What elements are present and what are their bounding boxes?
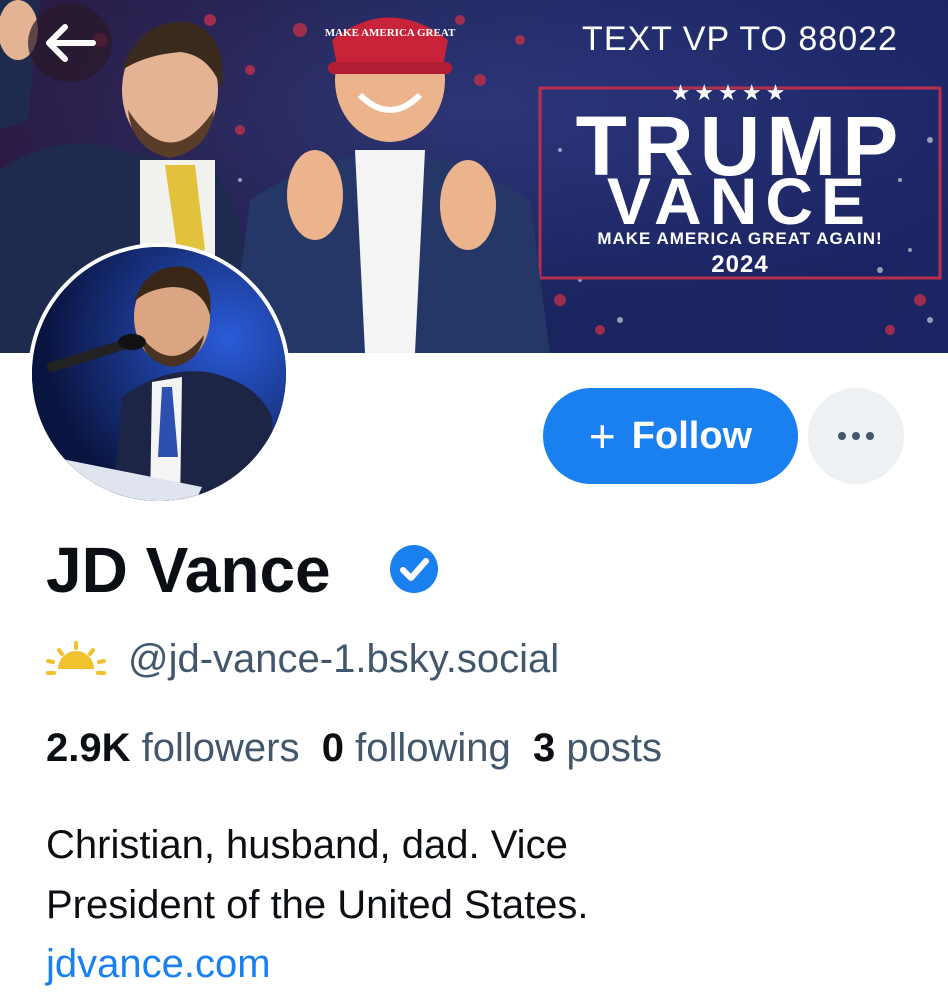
banner-title-vance: VANCE <box>606 164 874 238</box>
arrow-left-icon <box>46 24 96 62</box>
banner-year: 2024 <box>711 251 769 278</box>
posts-count: 3 <box>532 726 556 770</box>
followers-label: followers <box>141 726 300 770</box>
display-name: JD Vance <box>46 534 331 606</box>
ellipsis-icon <box>838 432 874 440</box>
handle: @jd-vance-1.bsky.social <box>128 636 560 681</box>
following-count: 0 <box>321 726 344 770</box>
bio-line-2: President of the United States. <box>46 883 589 927</box>
posts-stat: 3 posts <box>533 726 662 770</box>
avatar-photo <box>32 247 286 501</box>
back-button[interactable] <box>28 4 112 82</box>
following-label: following <box>355 726 511 770</box>
plus-icon: + <box>588 410 616 462</box>
avatar[interactable] <box>28 243 290 505</box>
follow-label: Follow <box>631 414 753 457</box>
followers-count: 2.9K <box>46 726 131 770</box>
following-link[interactable]: 0 following <box>322 726 511 770</box>
profile-bio: Christian, husband, dad. Vice President … <box>46 815 906 935</box>
posts-label: posts <box>566 726 662 770</box>
handle-row: @jd-vance-1.bsky.social <box>46 632 559 686</box>
profile-stats: 2.9K followers 0 following 3 posts <box>46 722 662 774</box>
more-options-button[interactable] <box>808 388 904 484</box>
website-link[interactable]: jdvance.com <box>46 934 271 994</box>
banner-slogan: MAKE AMERICA GREAT AGAIN! <box>597 229 883 248</box>
banner-text-line: TEXT VP TO 88022 <box>582 20 898 58</box>
bio-line-1: Christian, husband, dad. Vice <box>46 823 568 867</box>
hat-text: MAKE AMERICA GREAT <box>325 27 456 39</box>
sun-icon <box>46 641 106 675</box>
followers-link[interactable]: 2.9K followers <box>46 726 299 770</box>
follow-button[interactable]: + Follow <box>543 388 798 484</box>
banner-figure-center: MAKE AMERICA GREAT <box>230 17 550 353</box>
verified-badge-icon <box>390 545 438 593</box>
